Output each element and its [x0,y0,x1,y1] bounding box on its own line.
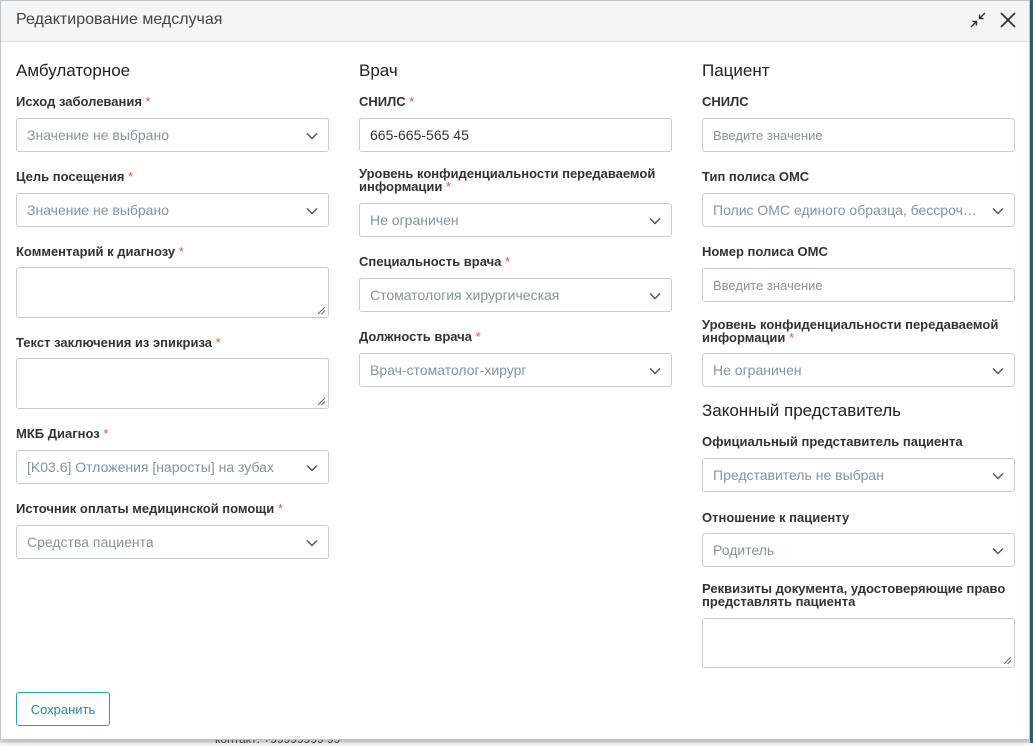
modal-header: Редактирование медслучая [1,1,1029,42]
representative-section-title: Законный представитель [702,401,902,420]
close-button[interactable] [997,9,1019,31]
visit-purpose-select[interactable]: Значение не выбрано [16,193,329,227]
outcome-value: Значение не выбрано [27,127,169,143]
oms-number-input[interactable]: Введите значение [702,268,1015,302]
visit-purpose-value: Значение не выбрано [27,202,169,218]
chevron-down-icon [992,207,1004,215]
chevron-down-icon [306,132,318,140]
patient-section-title: Пациент [702,61,770,80]
doctor-snils-value: 665-665-565 45 [370,127,469,143]
required-mark: * [277,501,283,516]
required-mark: * [128,169,134,184]
chevron-down-icon [992,547,1004,555]
official-representative-select[interactable]: Представитель не выбран [702,458,1015,492]
ambulatory-section-title: Амбулаторное [16,61,131,80]
diagnosis-comment-label: Комментарий к диагнозу * [16,244,184,259]
payment-source-value: Средства пациента [27,534,154,550]
oms-number-placeholder: Введите значение [713,277,823,293]
oms-number-label: Номер полиса ОМС [702,244,828,259]
visit-purpose-label: Цель посещения * [16,169,134,184]
close-icon [1000,12,1016,28]
patient-confidentiality-value: Не ограничен [713,362,802,378]
modal-title: Редактирование медслучая [16,11,223,28]
payment-source-label: Источник оплаты медицинской помощи * [16,501,283,516]
patient-snils-label: СНИЛС [702,94,749,109]
collapse-button[interactable] [967,9,989,31]
required-mark: * [103,426,109,441]
doctor-confidentiality-value: Не ограничен [370,212,459,228]
relation-label: Отношение к пациенту [702,510,850,525]
required-mark: * [505,254,511,269]
doctor-snils-label: СНИЛС * [359,94,415,109]
specialty-value: Стоматология хирургическая [370,287,560,303]
epicrisis-text-label: Текст заключения из эпикриза * [16,335,221,350]
required-mark: * [789,330,795,345]
oms-type-label: Тип полиса ОМС [702,169,810,184]
chevron-down-icon [992,472,1004,480]
patient-snils-input[interactable]: Введите значение [702,118,1015,152]
chevron-down-icon [306,464,318,472]
official-representative-value: Представитель не выбран [713,467,884,483]
patient-snils-placeholder: Введите значение [713,127,823,143]
collapse-icon [970,12,986,28]
epicrisis-text-textarea[interactable] [16,358,329,409]
oms-type-value: Полис ОМС единого образца, бессрочный [713,202,980,218]
chevron-down-icon [649,367,661,375]
chevron-down-icon [306,539,318,547]
chevron-down-icon [649,292,661,300]
required-mark: * [475,329,481,344]
doctor-section-title: Врач [359,61,398,80]
specialty-label: Специальность врача * [359,254,511,269]
patient-confidentiality-label: Уровень конфиденциальности передаваемой … [702,317,999,345]
outcome-select[interactable]: Значение не выбрано [16,118,329,152]
doctor-snils-input[interactable]: 665-665-565 45 [359,118,672,152]
mkb-select[interactable]: [K03.6] Отложения [наросты] на зубах [16,450,329,484]
resize-grip-icon[interactable] [1003,656,1012,665]
chevron-down-icon [992,367,1004,375]
representative-document-label: Реквизиты документа, удостоверяющие прав… [702,581,1006,609]
chevron-down-icon [306,207,318,215]
edit-medcase-modal: Редактирование медслучая Амбулаторное Ис… [0,0,1030,740]
required-mark: * [178,244,184,259]
relation-select[interactable]: Родитель [702,533,1015,567]
position-select[interactable]: Врач-стоматолог-хирург [359,353,672,387]
save-button[interactable]: Сохранить [16,692,110,726]
outcome-label: Исход заболевания * [16,94,151,109]
oms-type-select[interactable]: Полис ОМС единого образца, бессрочный [702,193,1015,227]
resize-grip-icon[interactable] [317,306,326,315]
required-mark: * [409,94,415,109]
official-representative-label: Официальный представитель пациента [702,434,963,449]
mkb-label: МКБ Диагноз * [16,426,109,441]
mkb-value: [K03.6] Отложения [наросты] на зубах [27,459,274,475]
position-label: Должность врача * [359,329,481,344]
diagnosis-comment-textarea[interactable] [16,267,329,318]
payment-source-select[interactable]: Средства пациента [16,525,329,559]
representative-document-textarea[interactable] [702,618,1015,668]
specialty-select[interactable]: Стоматология хирургическая [359,278,672,312]
required-mark: * [215,335,221,350]
position-value: Врач-стоматолог-хирург [370,362,527,378]
relation-value: Родитель [713,542,775,558]
chevron-down-icon [649,217,661,225]
doctor-confidentiality-label: Уровень конфиденциальности передаваемой … [359,166,656,194]
doctor-confidentiality-select[interactable]: Не ограничен [359,203,672,237]
patient-confidentiality-select[interactable]: Не ограничен [702,353,1015,387]
required-mark: * [446,179,452,194]
resize-grip-icon[interactable] [317,397,326,406]
required-mark: * [145,94,151,109]
